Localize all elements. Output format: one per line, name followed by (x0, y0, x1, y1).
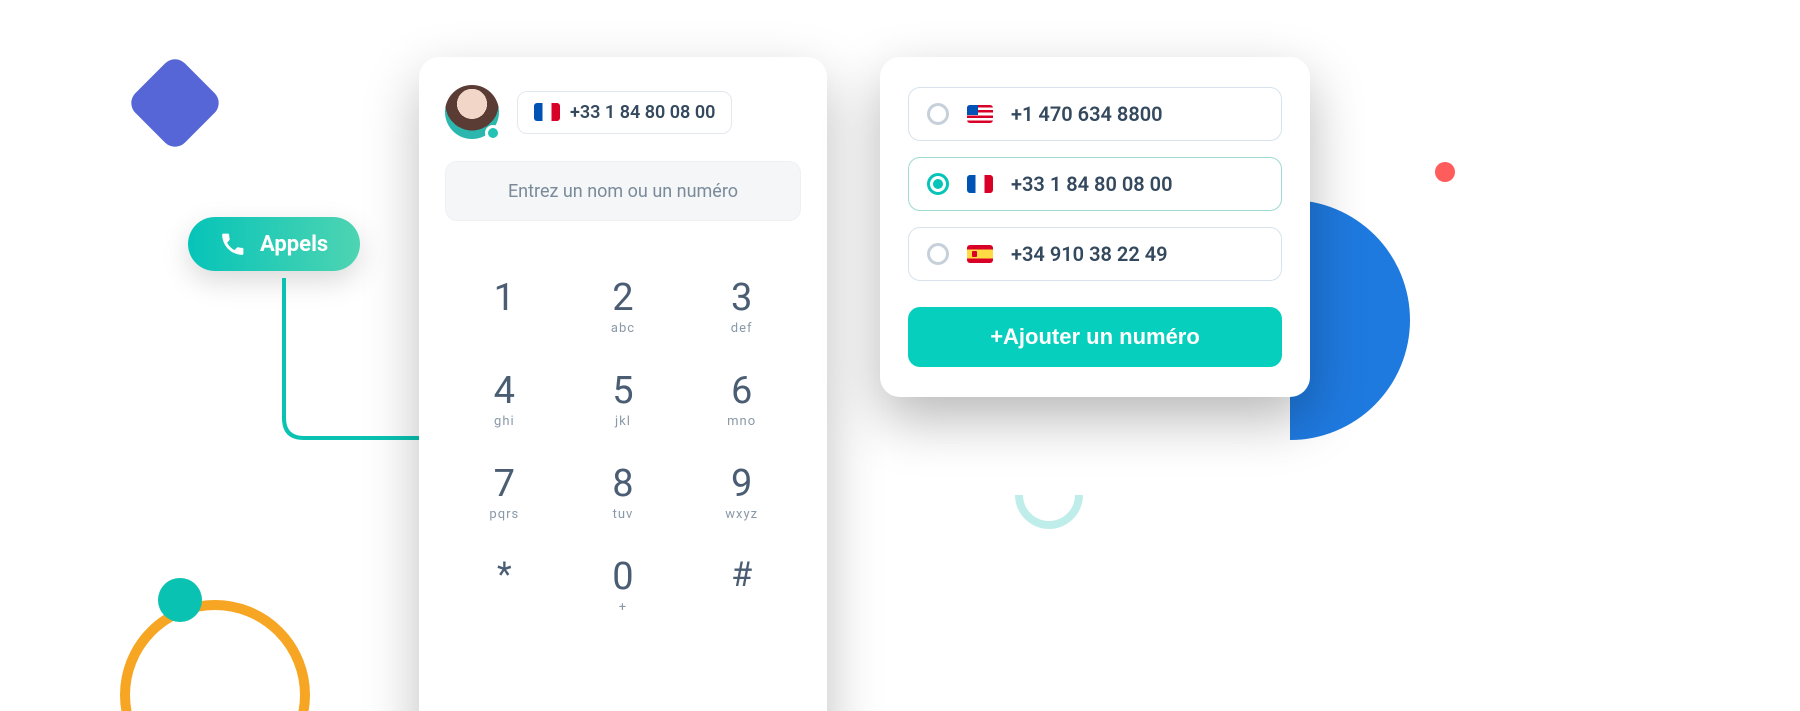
key-7[interactable]: 7pqrs (464, 465, 544, 522)
decorative-dot-teal (158, 578, 202, 622)
number-option-label: +34 910 38 22 49 (1011, 242, 1168, 266)
numbers-panel: +1 470 634 8800 +33 1 84 80 08 00 +34 91… (880, 57, 1310, 397)
calls-pill-label: Appels (260, 232, 328, 257)
radio-unselected-icon (927, 243, 949, 265)
flag-fr-icon (534, 103, 560, 121)
calls-pill[interactable]: Appels (188, 217, 360, 271)
key-star[interactable]: * (464, 558, 544, 615)
keypad: 1 2abc 3def 4ghi 5jkl 6mno 7pqrs 8tuv 9w… (445, 279, 801, 615)
flag-es-icon (967, 245, 993, 263)
current-number-chip[interactable]: +33 1 84 80 08 00 (517, 91, 732, 134)
dialer-card: +33 1 84 80 08 00 Entrez un nom ou un nu… (419, 57, 827, 711)
key-4[interactable]: 4ghi (464, 372, 544, 429)
add-number-label: +Ajouter un numéro (990, 324, 1200, 349)
flag-fr-icon (967, 175, 993, 193)
radio-selected-icon (927, 173, 949, 195)
key-5[interactable]: 5jkl (583, 372, 663, 429)
flag-us-icon (967, 105, 993, 123)
key-6[interactable]: 6mno (702, 372, 782, 429)
number-option-us[interactable]: +1 470 634 8800 (908, 87, 1282, 141)
presence-indicator (485, 125, 501, 141)
dialer-header: +33 1 84 80 08 00 (445, 85, 801, 139)
decorative-dot-red (1435, 162, 1455, 182)
decorative-ring-orange (120, 600, 310, 711)
key-3[interactable]: 3def (702, 279, 782, 336)
key-1[interactable]: 1 (464, 279, 544, 336)
key-hash[interactable]: # (702, 558, 782, 615)
number-option-fr[interactable]: +33 1 84 80 08 00 (908, 157, 1282, 211)
connector-line (280, 278, 425, 441)
search-placeholder: Entrez un nom ou un numéro (508, 181, 738, 202)
current-number: +33 1 84 80 08 00 (570, 102, 715, 123)
search-input[interactable]: Entrez un nom ou un numéro (445, 161, 801, 221)
key-2[interactable]: 2abc (583, 279, 663, 336)
number-option-label: +1 470 634 8800 (1011, 102, 1163, 126)
phone-icon (220, 231, 246, 257)
add-number-button[interactable]: +Ajouter un numéro (908, 307, 1282, 367)
key-0[interactable]: 0+ (583, 558, 663, 615)
key-8[interactable]: 8tuv (583, 465, 663, 522)
radio-unselected-icon (927, 103, 949, 125)
decorative-diamond (126, 54, 225, 153)
decorative-arc-teal (1015, 495, 1083, 529)
number-option-label: +33 1 84 80 08 00 (1011, 172, 1173, 196)
key-9[interactable]: 9wxyz (702, 465, 782, 522)
avatar[interactable] (445, 85, 499, 139)
number-option-es[interactable]: +34 910 38 22 49 (908, 227, 1282, 281)
